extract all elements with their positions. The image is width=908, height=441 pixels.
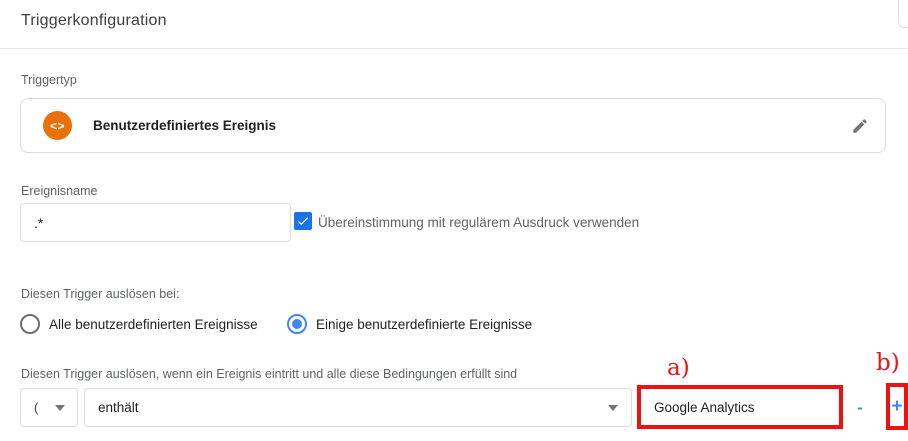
regex-checkbox[interactable]	[294, 212, 312, 230]
custom-event-icon-glyph: <>	[50, 119, 65, 133]
trigger-type-label: Triggertyp	[21, 73, 77, 87]
trigger-configuration-panel: Triggerkonfiguration Triggertyp <> Benut…	[0, 0, 908, 441]
chevron-down-icon	[608, 405, 618, 411]
header-divider	[0, 48, 908, 49]
page-title: Triggerkonfiguration	[21, 12, 167, 30]
trigger-type-card[interactable]: <> Benutzerdefiniertes Ereignis	[20, 98, 886, 153]
annotation-label-a: a)	[667, 357, 690, 380]
radio-all-custom-events[interactable]	[20, 314, 40, 334]
annotation-box-a	[637, 385, 843, 429]
condition-value-input[interactable]	[641, 389, 839, 425]
radio-some-custom-events[interactable]	[287, 314, 307, 334]
edit-trigger-type-button[interactable]	[847, 113, 873, 139]
fire-on-label: Diesen Trigger auslösen bei:	[21, 287, 179, 301]
regex-checkbox-label: Übereinstimmung mit regulärem Ausdruck v…	[318, 215, 639, 230]
checkmark-icon	[296, 214, 310, 228]
radio-selected-dot	[292, 319, 302, 329]
condition-operator-select[interactable]: enthält	[84, 388, 632, 427]
trigger-type-value: Benutzerdefiniertes Ereignis	[93, 118, 276, 133]
plus-icon: +	[891, 396, 902, 417]
conditions-label: Diesen Trigger auslösen, wenn ein Ereign…	[21, 367, 517, 381]
annotation-label-b: b)	[876, 352, 900, 375]
overlay-panel-corner	[898, 0, 908, 28]
chevron-down-icon	[55, 405, 65, 411]
custom-event-icon: <>	[43, 111, 72, 140]
pencil-icon	[851, 117, 869, 135]
add-condition-button[interactable]: +	[891, 397, 902, 416]
annotation-box-b: +	[886, 383, 908, 430]
radio-all-custom-events-label: Alle benutzerdefinierten Ereignisse	[49, 317, 258, 332]
event-name-label: Ereignisname	[21, 184, 97, 198]
condition-operator-value: enthält	[98, 400, 139, 415]
radio-some-custom-events-label: Einige benutzerdefinierte Ereignisse	[316, 317, 532, 332]
event-name-input[interactable]	[20, 203, 291, 242]
condition-variable-select[interactable]: (	[20, 388, 78, 427]
minus-icon: -	[857, 398, 863, 418]
condition-variable-value: (	[34, 400, 38, 415]
remove-condition-button[interactable]: -	[848, 388, 872, 427]
